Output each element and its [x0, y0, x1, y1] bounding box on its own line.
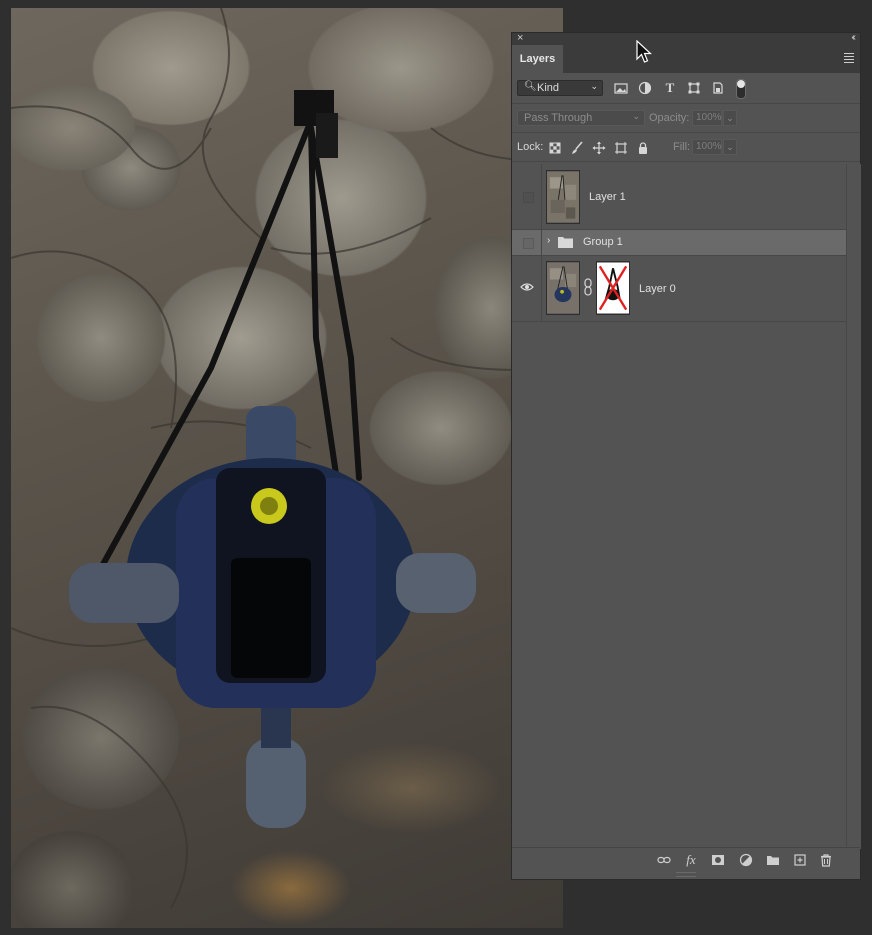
filter-toggle-switch[interactable]	[736, 79, 746, 99]
adjustment-filter-icon[interactable]	[638, 81, 652, 95]
panel-tab-bar: Layers	[512, 45, 860, 73]
layer-name[interactable]: Layer 0	[639, 283, 676, 295]
layers-scrollbar[interactable]	[846, 164, 861, 849]
lock-all-icon[interactable]	[636, 141, 650, 155]
adjustment-layer-icon[interactable]	[739, 853, 753, 867]
smart-object-filter-icon[interactable]	[711, 81, 725, 95]
new-group-icon[interactable]	[766, 853, 780, 867]
tab-layers[interactable]: Layers	[512, 45, 563, 73]
blend-mode-value: Pass Through	[524, 112, 593, 124]
chevron-right-icon[interactable]: ›	[547, 235, 550, 246]
add-mask-icon[interactable]	[711, 853, 725, 867]
lock-position-icon[interactable]	[592, 141, 606, 155]
opacity-label: Opacity:	[649, 112, 690, 124]
layer-visibility-cell[interactable]	[512, 164, 542, 229]
eye-icon[interactable]	[520, 282, 534, 292]
layer-visibility-cell[interactable]	[512, 230, 542, 255]
lock-label: Lock:	[517, 141, 544, 153]
layer-visibility-cell[interactable]	[512, 256, 542, 321]
filter-kind-select[interactable]: 🔍︎ Kind ⌄	[517, 80, 603, 96]
photo-rocks-tripod	[11, 8, 563, 909]
delete-layer-icon[interactable]	[819, 853, 833, 867]
fx-icon[interactable]: fx	[684, 853, 698, 867]
folder-icon	[558, 237, 573, 248]
opacity-dropdown-icon[interactable]: ⌄	[723, 110, 737, 126]
fill-dropdown-icon[interactable]: ⌄	[723, 139, 737, 155]
opacity-input[interactable]: 100%	[692, 110, 722, 126]
lock-artboard-icon[interactable]	[614, 141, 628, 155]
fill-input[interactable]: 100%	[692, 139, 722, 155]
layer-thumbnail	[546, 170, 580, 224]
panel-title-bar[interactable]: × ‹‹	[512, 31, 860, 45]
mask-link-icon[interactable]	[583, 278, 593, 296]
lock-transparent-pixels-icon[interactable]	[548, 141, 562, 155]
layers-panel: × ‹‹ Layers 🔍︎ Kind ⌄ T Pass Through ⌄ O…	[511, 32, 861, 880]
lock-row: Lock: Fill: 100% ⌄	[512, 133, 860, 162]
document-canvas[interactable]	[11, 8, 563, 928]
visibility-off-box[interactable]	[523, 238, 534, 249]
layer-filter-row: 🔍︎ Kind ⌄ T	[512, 73, 860, 104]
fill-label: Fill:	[673, 141, 691, 153]
close-panel-icon[interactable]: ×	[517, 31, 523, 45]
pixel-filter-icon[interactable]	[614, 81, 628, 95]
layer-name[interactable]: Layer 1	[589, 191, 626, 203]
filter-kind-label: Kind	[537, 82, 560, 94]
shape-filter-icon[interactable]	[687, 81, 701, 95]
layer-thumbnail	[546, 261, 580, 315]
type-filter-icon[interactable]: T	[663, 81, 677, 95]
link-layers-icon[interactable]	[657, 853, 671, 867]
layer-name[interactable]: Group 1	[583, 236, 623, 248]
layer-row-group-1[interactable]: › Group 1	[512, 230, 846, 256]
panel-menu-icon[interactable]	[844, 53, 854, 65]
chevron-down-icon: ⌄	[590, 81, 598, 91]
new-layer-icon[interactable]	[793, 853, 807, 867]
search-icon: 🔍︎	[524, 81, 537, 92]
blend-mode-row: Pass Through ⌄ Opacity: 100% ⌄	[512, 104, 860, 133]
lock-image-pixels-icon[interactable]	[570, 141, 584, 155]
layer-mask-thumbnail[interactable]	[596, 261, 630, 315]
layer-row-layer-0[interactable]: Layer 0	[512, 256, 846, 322]
blend-mode-select[interactable]: Pass Through ⌄	[517, 110, 645, 126]
mouse-cursor-icon	[636, 40, 652, 63]
layer-row-layer-1[interactable]: Layer 1	[512, 164, 846, 230]
layers-list: Layer 1 › Group 1 Layer 0	[512, 164, 846, 322]
panel-bottom-toolbar: fx	[512, 847, 860, 874]
chevron-down-icon: ⌄	[632, 111, 640, 121]
collapse-panel-icon[interactable]: ‹‹	[851, 31, 855, 45]
visibility-off-box[interactable]	[523, 192, 534, 203]
panel-resize-grip[interactable]	[676, 872, 696, 877]
